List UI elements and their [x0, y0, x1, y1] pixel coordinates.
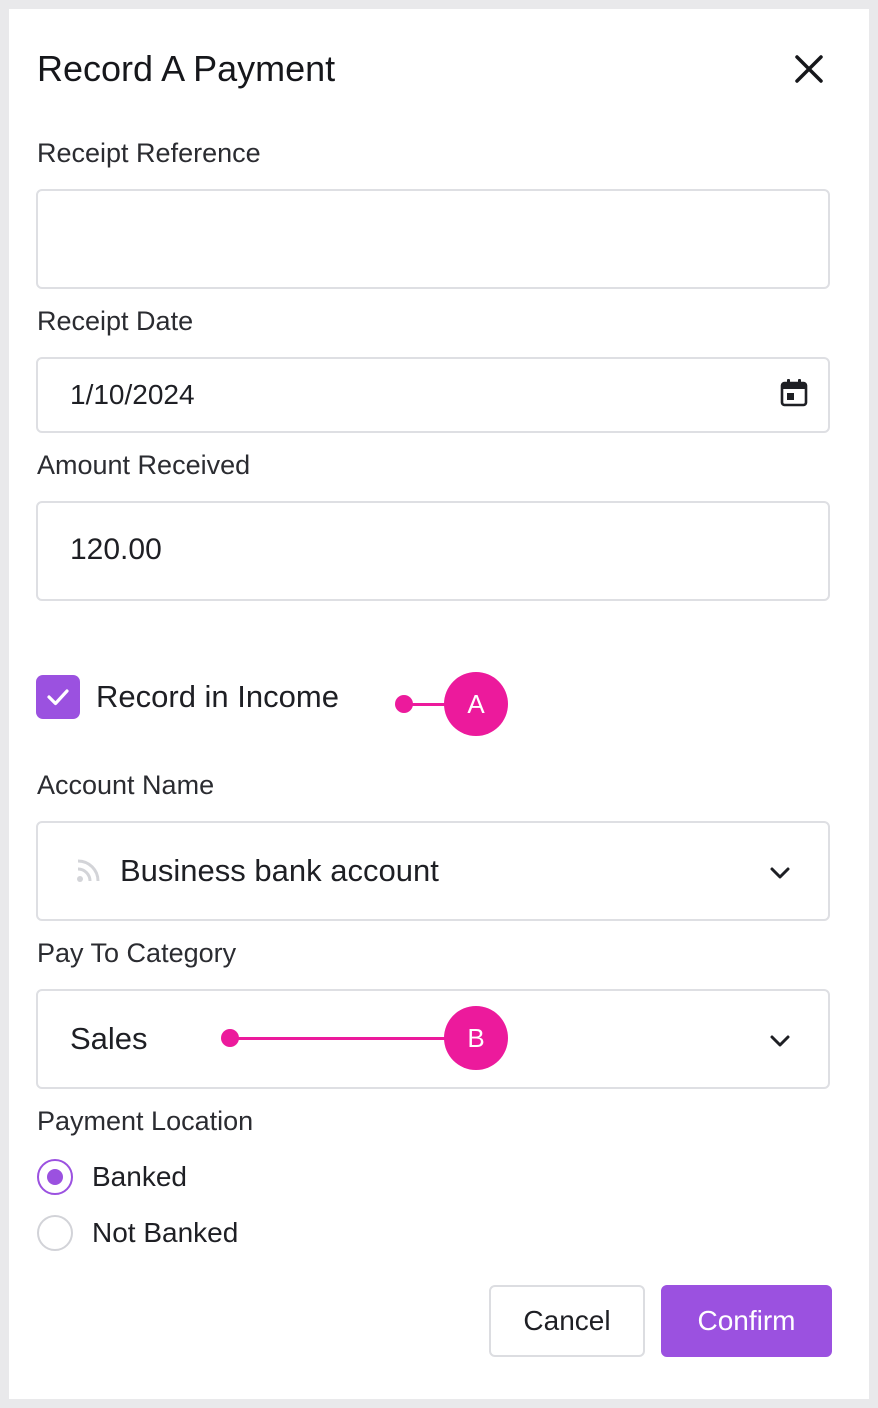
- receipt-date-label: Receipt Date: [37, 306, 194, 336]
- confirm-button[interactable]: Confirm: [661, 1285, 832, 1357]
- dialog-title: Record A Payment: [37, 48, 336, 89]
- callout-a-badge: A: [444, 672, 508, 736]
- chevron-down-icon: [770, 867, 790, 879]
- receipt-date-input[interactable]: 1/10/2024: [36, 357, 830, 433]
- check-icon: [47, 689, 69, 706]
- pay-to-category-label: Pay To Category: [37, 938, 237, 968]
- radio-banked-label: Banked: [92, 1161, 187, 1192]
- amount-received-input[interactable]: 120.00: [36, 501, 830, 601]
- receipt-date-value: 1/10/2024: [70, 379, 195, 410]
- receipt-reference-label: Receipt Reference: [37, 138, 261, 168]
- callout-b-line: [230, 1037, 454, 1040]
- radio-not-banked[interactable]: [37, 1215, 73, 1251]
- record-in-income-label: Record in Income: [96, 679, 339, 714]
- payment-location-label: Payment Location: [37, 1106, 254, 1136]
- close-icon: [795, 55, 823, 83]
- amount-received-value: 120.00: [70, 533, 162, 566]
- rss-feed-icon: [77, 859, 100, 882]
- receipt-reference-input[interactable]: [36, 189, 830, 289]
- close-button[interactable]: [789, 49, 829, 89]
- record-payment-dialog: Record A Payment Receipt Reference Recei…: [9, 9, 869, 1399]
- account-name-value: Business bank account: [120, 853, 439, 888]
- record-in-income-checkbox[interactable]: [36, 675, 80, 719]
- radio-banked[interactable]: [37, 1159, 73, 1195]
- cancel-button[interactable]: Cancel: [489, 1285, 645, 1357]
- chevron-down-icon: [770, 1035, 790, 1047]
- account-name-select[interactable]: Business bank account: [36, 821, 830, 921]
- amount-received-label: Amount Received: [37, 450, 251, 480]
- account-name-label: Account Name: [37, 770, 215, 800]
- callout-b-badge: B: [444, 1006, 508, 1070]
- receipt-reference-textbox[interactable]: [38, 191, 828, 287]
- pay-to-category-value: Sales: [70, 1021, 148, 1056]
- radio-not-banked-label: Not Banked: [92, 1217, 239, 1248]
- calendar-icon[interactable]: [778, 377, 810, 409]
